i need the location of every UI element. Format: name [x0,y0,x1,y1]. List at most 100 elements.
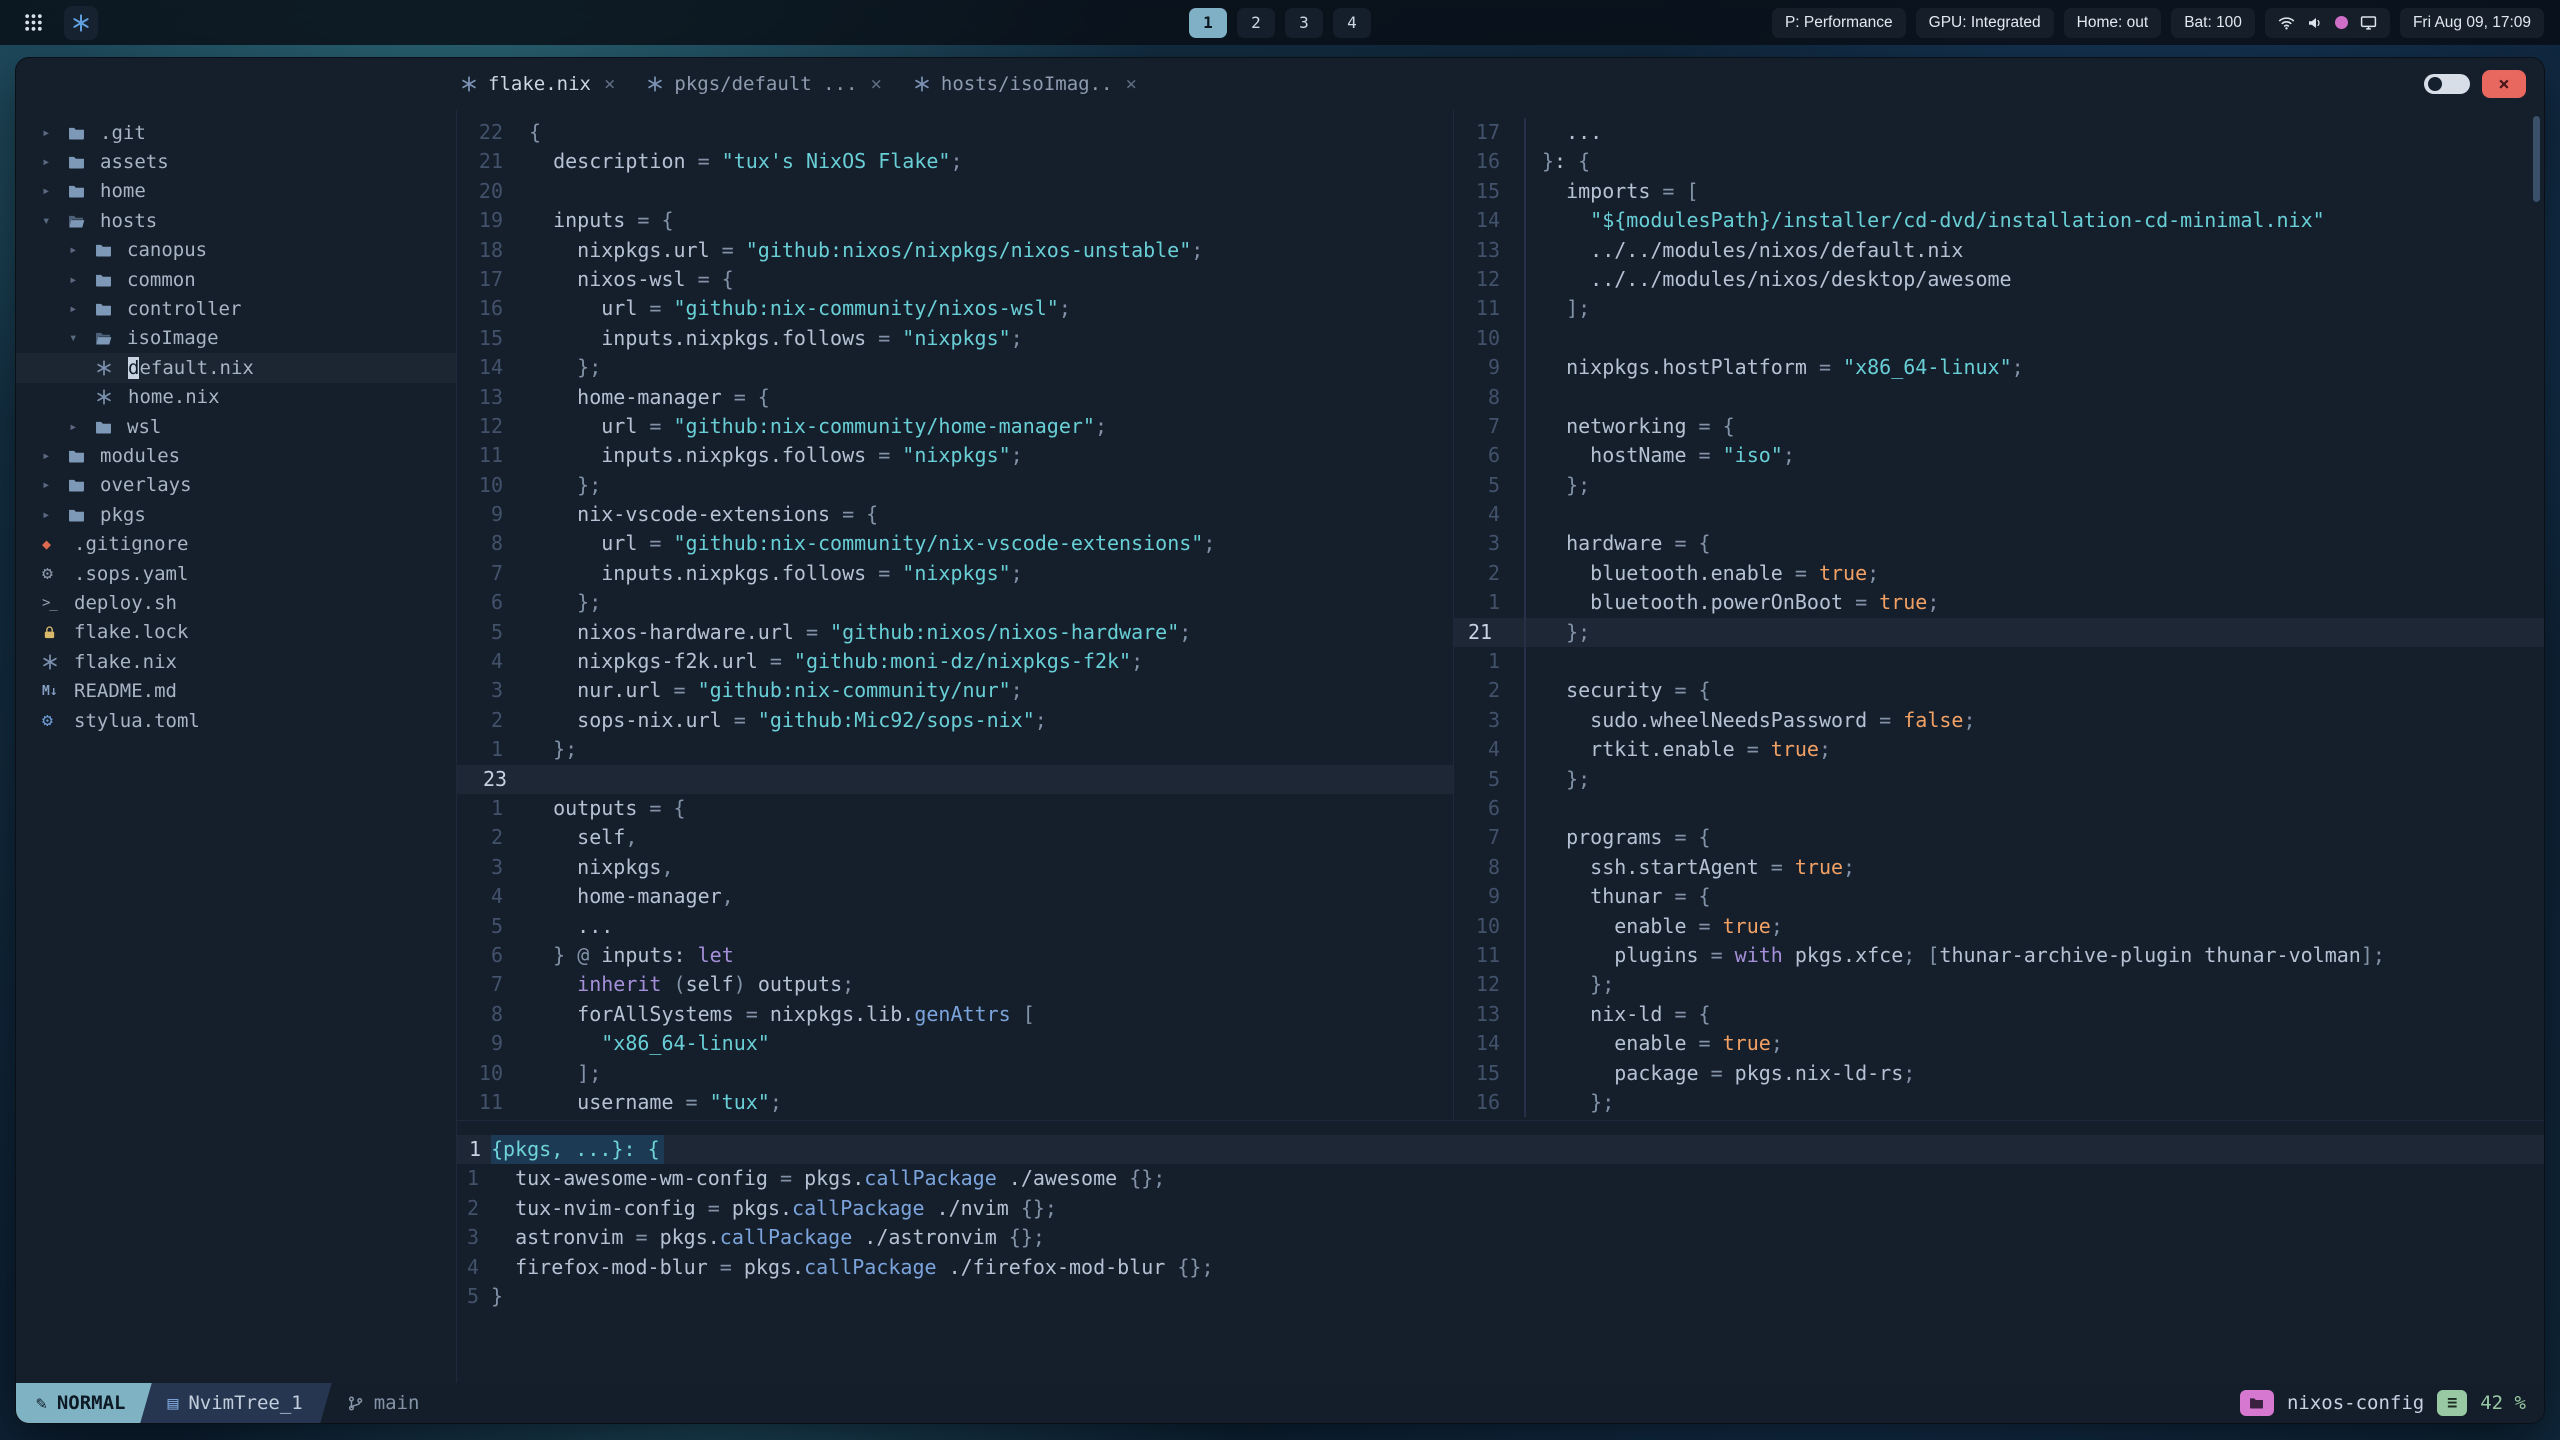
mode-indicator: ✎ NORMAL [16,1383,138,1423]
tree-file-flake-nix[interactable]: flake.nix [16,647,456,676]
tree-folder-modules[interactable]: ▸ modules [16,441,456,470]
code-line: 23 [457,764,1453,794]
code-text: outputs = { [529,795,686,820]
code-text: ssh.startAgent = true; [1524,852,2544,883]
line-number: 16 [478,296,503,321]
code-text: nixpkgs.hostPlatform = "x86_64-linux"; [1524,353,2544,383]
code-text: enable = true; [1524,1029,2544,1059]
tree-folder-hosts[interactable]: ▾ hosts [16,206,456,235]
tree-folder--git[interactable]: ▸ .git [16,118,456,147]
line-number: 3 [1487,707,1500,732]
status-pill[interactable]: Home: out [2063,7,2162,38]
chevron-right-icon: ▸ [69,301,78,318]
code-line: 11 ]; [1454,294,2544,324]
status-pill[interactable]: Bat: 100 [2171,7,2255,38]
code-text [1524,647,2544,677]
workspace-button-2[interactable]: 2 [1237,7,1275,38]
nix-logo-icon[interactable] [64,5,98,40]
tree-file-stylua-toml[interactable]: ⚙ stylua.toml [16,706,456,735]
line-number: 2 [466,1195,479,1220]
scrollbar-thumb[interactable] [2533,116,2540,202]
display-icon[interactable] [2360,14,2377,31]
tree-folder-common[interactable]: ▸ common [16,265,456,294]
clock[interactable]: Fri Aug 09, 17:09 [2399,7,2544,38]
line-number: 6 [1487,443,1500,468]
workspace-button-4[interactable]: 4 [1333,7,1371,38]
close-icon[interactable]: × [870,73,881,95]
tree-label: modules [100,444,181,467]
code-text: hostName = "iso"; [1524,441,2544,471]
tab-flake-nix[interactable]: flake.nix × [461,73,615,95]
code-line: 20 [457,177,1453,206]
tree-label: overlays [100,474,192,497]
tree-folder-controller[interactable]: ▸ controller [16,294,456,323]
close-icon[interactable]: × [604,73,615,95]
tree-folder-overlays[interactable]: ▸ overlays [16,471,456,500]
lock-icon [42,625,72,640]
folder-icon [95,243,125,257]
folder-open-icon [95,331,125,345]
tab-pkgs-default-[interactable]: pkgs/default ... × [647,73,882,95]
indicator-dot[interactable] [2334,16,2348,29]
code-line: 13 nix-ld = { [1454,999,2544,1030]
line-number: 8 [1487,854,1500,879]
line-number: 6 [1487,795,1500,820]
line-number: 4 [490,884,503,909]
tree-file-deploy-sh[interactable]: >_ deploy.sh [16,588,456,617]
tree-file-home-nix[interactable]: home.nix [16,383,456,412]
tree-folder-assets[interactable]: ▸ assets [16,147,456,176]
status-pill[interactable]: P: Performance [1771,7,1906,38]
tree-file--sops-yaml[interactable]: ⚙ .sops.yaml [16,559,456,588]
chevron-right-icon: ▸ [69,242,78,259]
close-window-button[interactable]: × [2482,70,2526,98]
editor-pkgs-default[interactable]: 1 {pkgs, ...}: {1 tux-awesome-wm-config =… [457,1121,2544,1383]
editor-flake-nix[interactable]: 22{21 description = "tux's NixOS Flake";… [457,110,1454,1120]
line-number: 1 [466,1166,479,1191]
tree-folder-home[interactable]: ▸ home [16,177,456,206]
tree-folder-canopus[interactable]: ▸ canopus [16,236,456,265]
code-text: package = pkgs.nix-ld-rs; [1524,1058,2544,1088]
code-line: 4 [1454,500,2544,530]
tree-folder-isoimage[interactable]: ▾ isoImage [16,324,456,353]
toggle-switch[interactable] [2424,74,2470,94]
code-text: url = "github:nix-community/home-manager… [529,413,1107,438]
code-line: 2 tux-nvim-config = pkgs.callPackage ./n… [457,1194,2544,1223]
tree-label: canopus [127,239,208,262]
line-number: 2 [490,707,503,732]
workspace-button-1[interactable]: 1 [1189,7,1227,38]
gear-icon: ⚙ [42,710,53,731]
line-number: 15 [478,325,503,350]
tree-file-default-nix[interactable]: default.nix [16,353,456,383]
folder-icon [68,449,98,463]
code-line: 15 imports = [ [1454,176,2544,207]
status-pill[interactable]: GPU: Integrated [1915,7,2054,38]
tree-label: pkgs [100,503,146,526]
gear-icon: ⚙ [42,563,53,585]
nix-snowflake-icon [96,360,126,376]
code-text: networking = { [1524,411,2544,442]
code-text: tux-nvim-config = pkgs.callPackage ./nvi… [491,1195,1057,1220]
code-line: 1 tux-awesome-wm-config = pkgs.callPacka… [457,1164,2544,1193]
workspace-button-3[interactable]: 3 [1285,7,1323,38]
tree-file-flake-lock[interactable]: flake.lock [16,618,456,647]
tree-folder-pkgs[interactable]: ▸ pkgs [16,500,456,529]
close-icon[interactable]: × [1125,73,1136,95]
line-number: 3 [466,1225,479,1250]
editor-hosts-isoimage[interactable]: 17 ... 16}: {15 imports = [14 "${modulesP… [1454,110,2544,1120]
file-explorer[interactable]: ▸ .git ▸ assets ▸ home ▾ hosts ▸ canopus ▸ common ▸ c… [16,110,456,1383]
volume-icon[interactable] [2307,15,2323,31]
tree-file-readme-md[interactable]: M↓ README.md [16,676,456,705]
line-number: 12 [478,413,503,438]
wifi-icon[interactable] [2278,14,2295,31]
code-text: }; [577,590,602,615]
code-line: 10 [1454,323,2544,354]
app-launcher-icon[interactable] [16,6,50,40]
code-line: 1 bluetooth.powerOnBoot = true; [1454,588,2544,618]
tree-file--gitignore[interactable]: ◆ .gitignore [16,529,456,558]
line-number: 1 [469,1137,482,1161]
code-text: }; [1524,470,2544,501]
tab-label: hosts/isoImag.. [940,73,1113,95]
tab-hosts-isoimag-[interactable]: hosts/isoImag.. × [914,73,1137,95]
tree-folder-wsl[interactable]: ▸ wsl [16,412,456,441]
line-number: 15 [1475,1060,1500,1085]
